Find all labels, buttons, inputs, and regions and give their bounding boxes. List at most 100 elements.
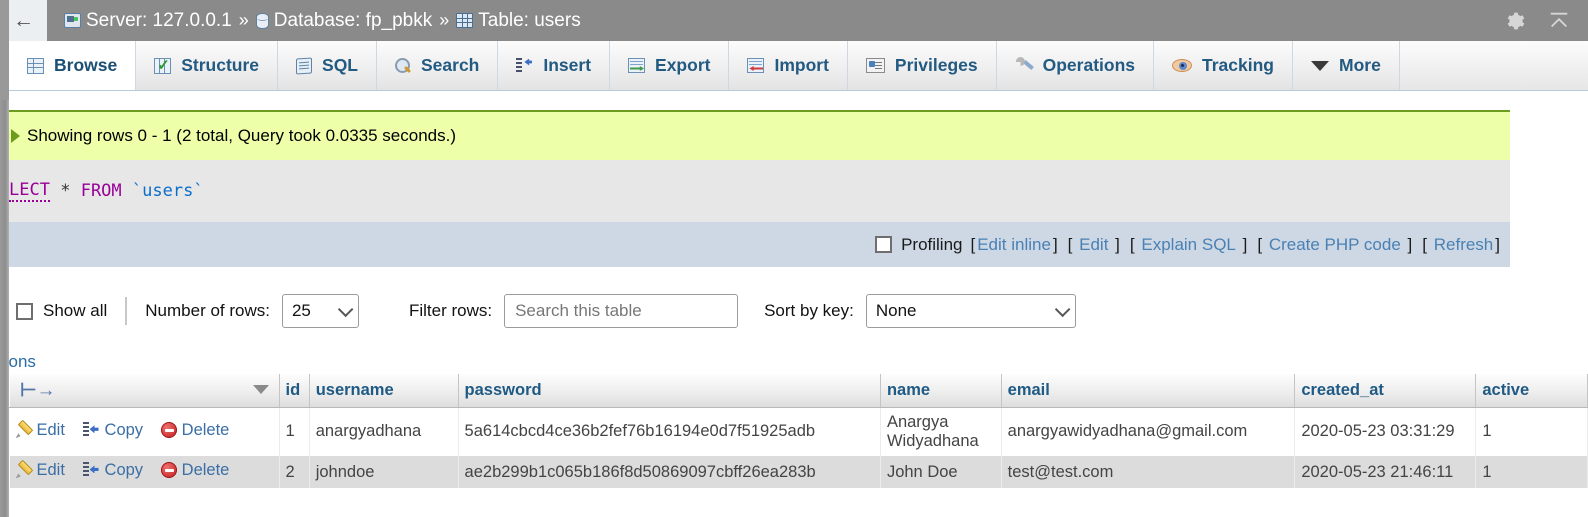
cell-created-at[interactable]: 2020-05-23 21:46:11 [1294, 455, 1477, 489]
delete-row-label: Delete [181, 460, 230, 479]
chevron-down-icon[interactable] [252, 385, 269, 394]
browse-icon [27, 57, 44, 74]
sort-by-key-select[interactable]: None [865, 294, 1076, 328]
cell-created-at[interactable]: 2020-05-23 03:31:29 [1294, 407, 1477, 456]
sidebar-edge-inner [0, 100, 9, 517]
number-of-rows-value: 25 [291, 301, 311, 320]
edit-link[interactable]: Edit [1079, 235, 1108, 254]
profiling-checkbox[interactable] [875, 236, 893, 253]
table-icon [456, 13, 474, 28]
column-header-id[interactable]: id [278, 374, 310, 408]
cell-active[interactable]: 1 [1475, 407, 1588, 456]
show-all-label: Show all [43, 301, 108, 320]
tab-browse-label: Browse [54, 55, 118, 75]
breadcrumb-server[interactable]: Server: 127.0.0.1 [64, 10, 232, 32]
column-header-actions[interactable]: ⊢→ [9, 374, 280, 408]
tab-tracking[interactable]: Tracking [1154, 41, 1293, 90]
breadcrumb: Server: 127.0.0.1 » Database: fp_pbkk » … [64, 10, 581, 32]
tab-browse[interactable]: Browse [9, 41, 137, 90]
tab-structure[interactable]: Structure [136, 41, 279, 90]
column-header-username[interactable]: username [308, 374, 459, 408]
refresh-link[interactable]: Refresh [1434, 235, 1494, 254]
tab-privileges-label: Privileges [894, 55, 978, 75]
delete-row-button[interactable]: Delete [160, 421, 229, 440]
tab-sql[interactable]: SQL [278, 41, 377, 90]
column-header-name[interactable]: name [879, 374, 1002, 408]
copy-row-button[interactable]: Copy [82, 421, 143, 440]
cell-active[interactable]: 1 [1475, 455, 1588, 489]
tab-import-label: Import [774, 55, 829, 75]
bracket-close: ] [1495, 234, 1500, 254]
number-of-rows-select[interactable]: 25 [281, 294, 359, 328]
cell-username[interactable]: anargyadhana [309, 407, 459, 456]
number-of-rows-label: Number of rows: [145, 301, 270, 320]
copy-row-button[interactable]: Copy [82, 460, 144, 480]
edit-inline-action[interactable]: [Edit inline] [968, 235, 1059, 255]
select-all-arrow-icon[interactable]: ⊢→ [20, 379, 56, 402]
tab-search-label: Search [421, 55, 480, 75]
table-row[interactable]: Edit Copy Delete 1 anargyadhana 5a614cbc… [9, 407, 1588, 456]
column-header-email[interactable]: email [1000, 374, 1296, 408]
cell-password[interactable]: 5a614cbcd4ce36b2fef76b16194e0d7f51925adb [458, 407, 881, 456]
tab-more[interactable]: More [1293, 41, 1400, 90]
chevron-down-icon [1311, 60, 1329, 71]
delete-row-button[interactable]: Delete [160, 460, 230, 480]
sql-icon [296, 56, 313, 75]
tab-import[interactable]: Import [729, 41, 848, 90]
gear-icon[interactable] [1504, 10, 1526, 32]
explain-sql-action[interactable]: [ Explain SQL ] [1128, 235, 1249, 255]
tab-operations[interactable]: Operations [996, 41, 1155, 90]
breadcrumb-table[interactable]: Table: users [456, 10, 581, 32]
tab-insert[interactable]: Insert [498, 41, 611, 90]
copy-icon [82, 462, 100, 478]
breadcrumb-separator-1: » [238, 10, 249, 30]
table-row[interactable]: Edit Copy Delete 2 johndoe ae2b299b1c065… [9, 455, 1588, 489]
filter-rows-placeholder: Search this table [515, 301, 642, 320]
edit-row-button[interactable]: Edit [16, 461, 65, 480]
cell-id[interactable]: 1 [279, 407, 310, 456]
bracket-open: [ [1129, 234, 1135, 254]
tab-export[interactable]: Export [610, 41, 730, 90]
breadcrumb-database[interactable]: Database: fp_pbkk [255, 10, 432, 32]
collapse-up-icon[interactable] [1548, 10, 1570, 32]
tab-bar-filler [1399, 41, 1588, 90]
show-all-checkbox[interactable] [16, 302, 33, 320]
tab-search[interactable]: Search [377, 41, 499, 90]
explain-sql-link[interactable]: Explain SQL [1141, 235, 1236, 254]
server-icon [64, 13, 81, 28]
cell-password[interactable]: ae2b299b1c065b186f8d50869097cbff26ea283b [458, 455, 881, 489]
tracking-icon [1172, 59, 1193, 72]
sidebar-edge [0, 0, 9, 517]
controls-divider [125, 297, 128, 325]
cell-name[interactable]: John Doe [880, 455, 1002, 489]
edit-row-button[interactable]: Edit [16, 421, 65, 440]
edit-inline-link[interactable]: Edit inline [977, 235, 1051, 254]
column-header-password[interactable]: password [457, 374, 881, 408]
database-icon [255, 12, 269, 29]
edit-action[interactable]: [ Edit ] [1066, 235, 1122, 255]
cell-username[interactable]: johndoe [309, 455, 459, 489]
cell-email[interactable]: test@test.com [1001, 455, 1296, 489]
cell-id[interactable]: 2 [279, 455, 310, 489]
create-php-code-action[interactable]: [ Create PHP code ] [1255, 235, 1414, 255]
cell-name[interactable]: Anargya Widyadhana [880, 407, 1002, 456]
bracket-close: ] [1242, 234, 1248, 254]
bracket-close: ] [1407, 234, 1413, 254]
executed-sql-box[interactable]: LECT * FROM `users` [9, 160, 1510, 222]
search-icon [395, 57, 411, 74]
tab-tracking-label: Tracking [1202, 55, 1274, 75]
create-php-code-link[interactable]: Create PHP code [1269, 235, 1401, 254]
bracket-open: [ [1257, 234, 1263, 254]
refresh-action[interactable]: [ Refresh] [1420, 235, 1502, 255]
cell-email[interactable]: anargyawidyadhana@gmail.com [1001, 407, 1296, 456]
column-header-created-at[interactable]: created_at [1294, 374, 1477, 408]
column-header-active[interactable]: active [1475, 374, 1588, 408]
copy-icon [82, 422, 100, 438]
tab-export-label: Export [655, 55, 711, 75]
tab-privileges[interactable]: Privileges [847, 41, 997, 90]
copy-row-label: Copy [104, 460, 144, 479]
chevron-down-icon [1054, 301, 1071, 317]
bottom-strip [9, 497, 1588, 517]
delete-icon [160, 422, 177, 439]
filter-rows-input[interactable]: Search this table [504, 294, 739, 328]
